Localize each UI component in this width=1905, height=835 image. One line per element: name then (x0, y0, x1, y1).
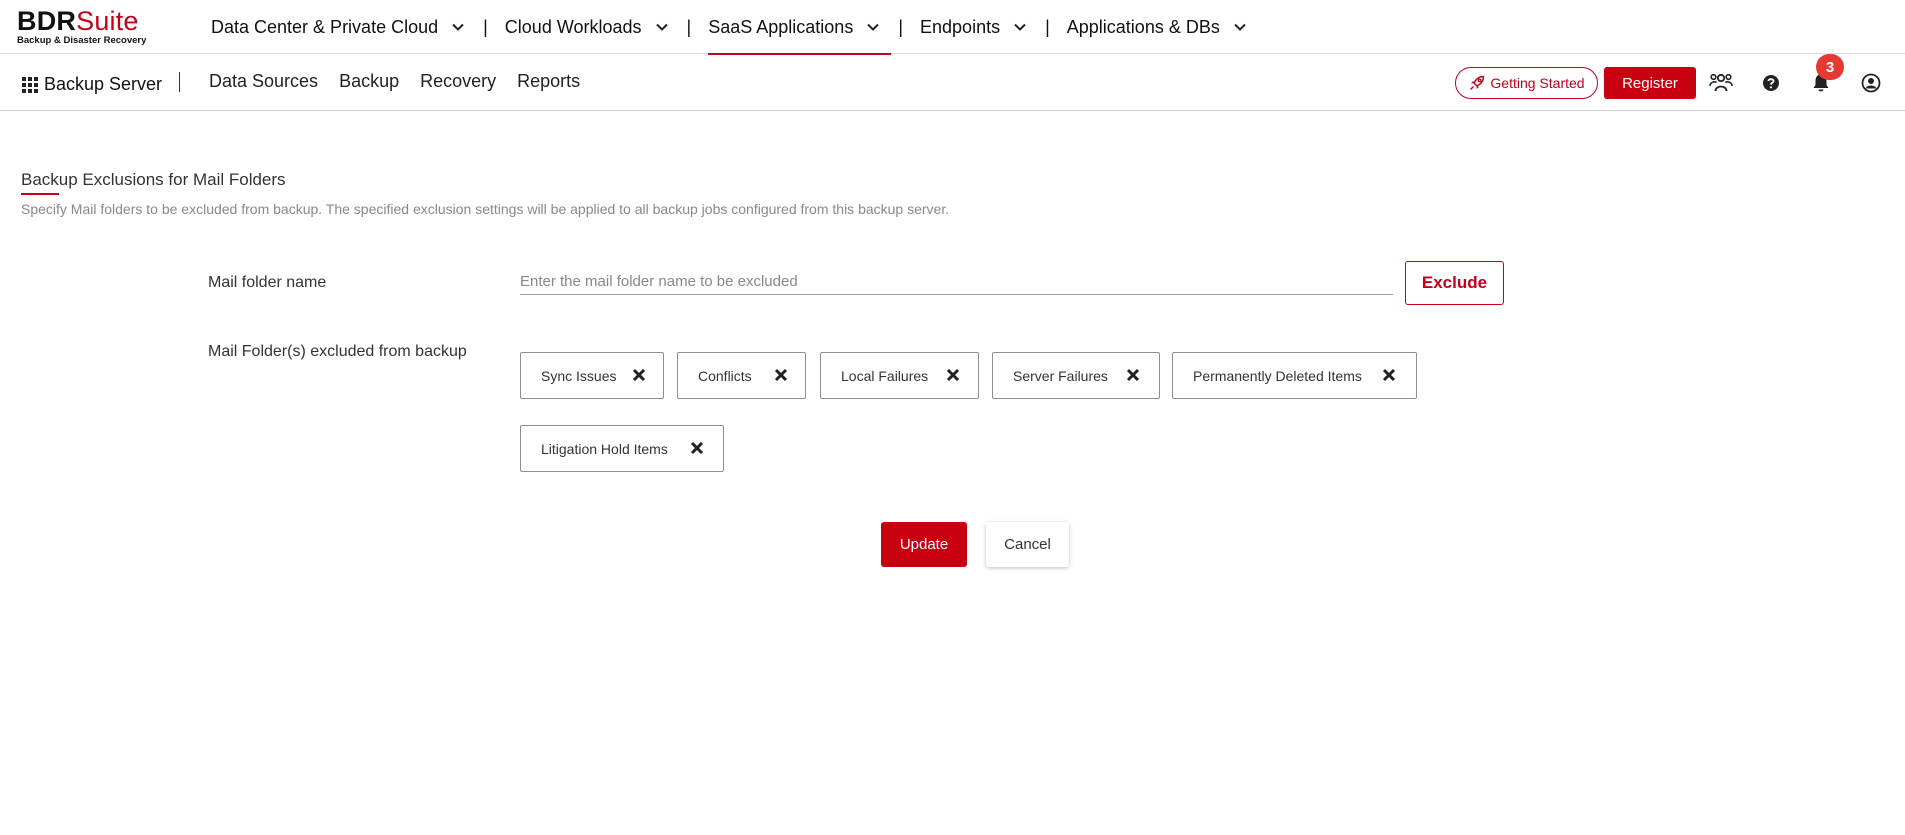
topnav-data-center[interactable]: Data Center & Private Cloud (205, 0, 472, 54)
excluded-folder-chip: Permanently Deleted Items (1172, 352, 1417, 399)
subnav-data-sources[interactable]: Data Sources (209, 71, 318, 92)
close-icon[interactable] (631, 367, 647, 383)
chip-label: Sync Issues (541, 367, 617, 384)
subnav-backup[interactable]: Backup (339, 71, 399, 92)
chevron-down-icon (1014, 23, 1026, 31)
mail-folder-name-label: Mail folder name (208, 274, 327, 291)
topnav-endpoints[interactable]: Endpoints (914, 0, 1034, 54)
rocket-icon (1470, 75, 1485, 90)
update-button[interactable]: Update (881, 522, 967, 567)
logo-red-part: Suite (76, 6, 139, 36)
excluded-folder-chip: Server Failures (992, 352, 1160, 399)
subnav-links: Data Sources Backup Recovery Reports (209, 71, 601, 92)
page-title: Backup Exclusions for Mail Folders (21, 170, 286, 189)
register-button[interactable]: Register (1604, 67, 1696, 99)
topnav-cloud-workloads[interactable]: Cloud Workloads (499, 0, 676, 54)
chip-label: Permanently Deleted Items (1193, 367, 1362, 384)
excluded-folder-chip: Sync Issues (520, 352, 664, 399)
page-description: Specify Mail folders to be excluded from… (21, 201, 950, 217)
chip-label: Server Failures (1013, 367, 1108, 384)
topnav-label: Applications & DBs (1066, 16, 1220, 37)
mail-folder-name-input[interactable] (520, 269, 1393, 293)
bdrsuite-logo[interactable]: BDRSuite Backup & Disaster Recovery (17, 8, 146, 47)
exclude-button[interactable]: Exclude (1405, 261, 1504, 305)
topnav-label: Endpoints (920, 16, 1001, 37)
secondary-navigation-bar: Backup Server Data Sources Backup Recove… (0, 54, 1905, 111)
chip-label: Litigation Hold Items (541, 440, 668, 457)
chevron-down-icon (452, 23, 464, 31)
mail-folder-input-wrapper (520, 269, 1393, 295)
title-underline (21, 193, 59, 195)
topnav-separator: | (483, 16, 488, 37)
topnav-label: SaaS Applications (708, 16, 854, 37)
logo-dark-part: BDR (17, 6, 77, 36)
close-icon[interactable] (1125, 367, 1141, 383)
top-navigation-bar: BDRSuite Backup & Disaster Recovery Data… (0, 0, 1905, 55)
product-menu: Data Center & Private Cloud | Cloud Work… (205, 0, 1254, 55)
topnav-separator: | (686, 16, 692, 37)
subnav-divider (179, 72, 180, 92)
excluded-folder-chip: Litigation Hold Items (520, 425, 724, 472)
chip-label: Conflicts (698, 367, 752, 384)
backup-server-menu[interactable]: Backup Server (22, 74, 162, 95)
logo-wordmark: BDRSuite (17, 6, 146, 36)
user-account-icon[interactable] (1859, 71, 1883, 95)
cancel-button[interactable]: Cancel (986, 522, 1069, 567)
notification-count-badge: 3 (1816, 54, 1844, 80)
topnav-label: Cloud Workloads (504, 16, 642, 37)
chevron-down-icon (1234, 23, 1246, 31)
subnav-recovery[interactable]: Recovery (420, 71, 496, 92)
excluded-folder-chip: Conflicts (677, 352, 806, 399)
topnav-separator: | (898, 16, 904, 37)
logo-tagline: Backup & Disaster Recovery (17, 35, 147, 46)
backup-server-label: Backup Server (44, 74, 163, 94)
getting-started-button[interactable]: Getting Started (1455, 67, 1598, 99)
users-icon[interactable] (1709, 71, 1733, 95)
getting-started-label: Getting Started (1490, 75, 1585, 91)
close-icon[interactable] (945, 367, 961, 383)
grid-icon (22, 76, 38, 93)
topnav-applications-dbs[interactable]: Applications & DBs (1061, 0, 1254, 54)
topnav-saas-applications[interactable]: SaaS Applications (702, 0, 892, 55)
subnav-reports[interactable]: Reports (517, 71, 580, 92)
close-icon[interactable] (773, 367, 789, 383)
close-icon[interactable] (689, 440, 705, 456)
close-icon[interactable] (1381, 367, 1397, 383)
topnav-label: Data Center & Private Cloud (211, 16, 439, 37)
chip-label: Local Failures (841, 367, 929, 384)
excluded-folder-chip: Local Failures (820, 352, 979, 399)
topnav-separator: | (1045, 16, 1050, 37)
help-icon[interactable] (1759, 71, 1783, 95)
chevron-down-icon (655, 23, 668, 31)
excluded-folders-label: Mail Folder(s) excluded from backup (208, 343, 467, 360)
chevron-down-icon (867, 23, 880, 31)
